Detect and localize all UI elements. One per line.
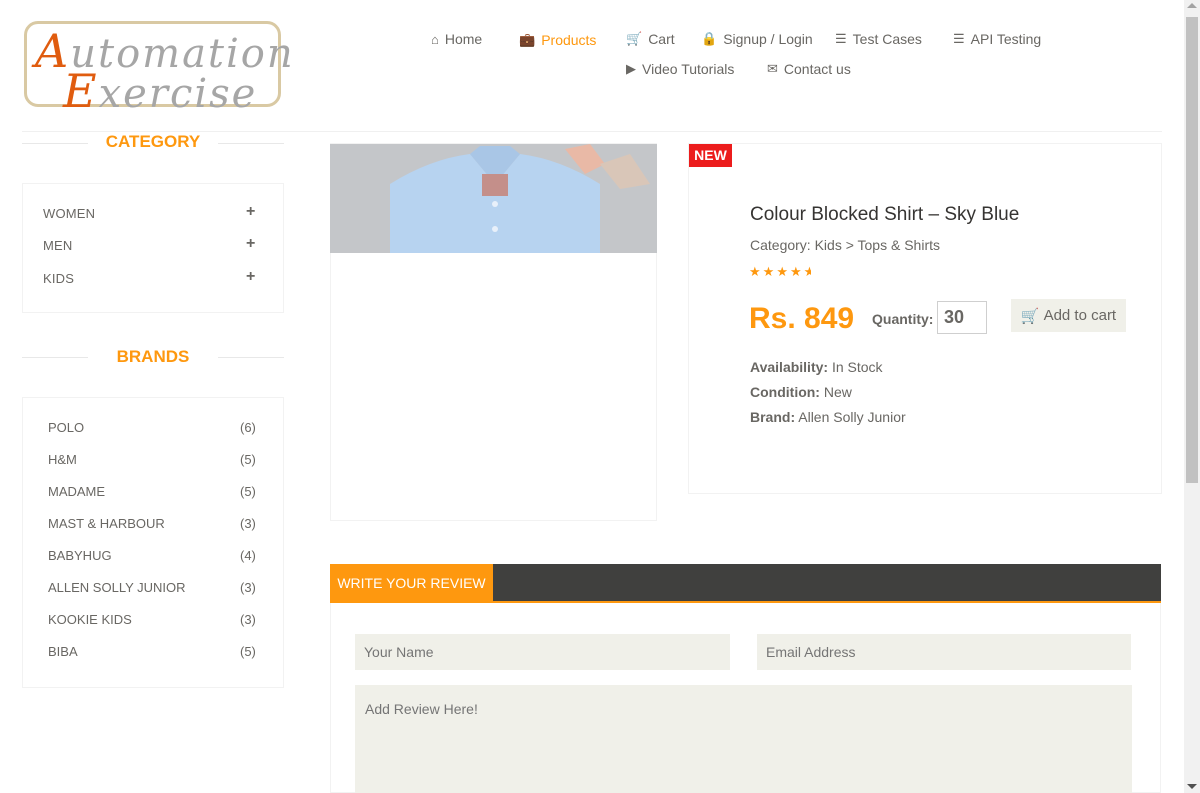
new-badge: NEW <box>689 144 732 167</box>
category-heading-line-left <box>22 143 88 144</box>
star-icon: ★ <box>762 264 777 279</box>
nav-cart[interactable]: 🛒 Cart <box>626 31 675 47</box>
category-heading: CATEGORY <box>105 132 201 151</box>
site-logo[interactable]: Automation Exercise <box>24 21 293 118</box>
brands-heading-line-right <box>218 357 284 358</box>
plus-icon[interactable]: + <box>246 203 255 221</box>
nav-home[interactable]: ⌂ Home <box>431 31 482 47</box>
brand: Brand: Allen Solly Junior <box>750 409 906 425</box>
cart-icon: 🛒 <box>626 31 643 46</box>
tab-write-your-review[interactable]: WRITE YOUR REVIEW <box>330 564 493 603</box>
scrollbar-thumb[interactable] <box>1186 17 1198 483</box>
cart-icon: 🛒 <box>1020 307 1040 325</box>
lock-icon: 🔒 <box>701 31 718 46</box>
product-category: Category: Kids > Tops & Shirts <box>750 237 940 253</box>
logo-line-exercise: Exercise <box>63 64 258 118</box>
category-heading-line-right <box>218 143 284 144</box>
star-half-icon: ★ <box>804 264 811 280</box>
brand-link-babyhug[interactable]: BABYHUG <box>48 548 112 563</box>
quantity-input[interactable] <box>937 301 987 334</box>
home-icon: ⌂ <box>431 31 439 47</box>
availability: Availability: In Stock <box>750 359 883 375</box>
nav-contact-us[interactable]: ✉ Contact us <box>767 61 851 77</box>
brand-count: (5) <box>240 484 256 499</box>
nav-api-testing[interactable]: ☰ API Testing <box>953 31 1041 47</box>
plus-icon[interactable]: + <box>246 268 255 286</box>
brand-count: (3) <box>240 580 256 595</box>
rating-stars: ★★★★★ <box>749 264 811 280</box>
product-price: Rs. 849 <box>749 302 855 335</box>
nav-video-tutorials[interactable]: ▶ Video Tutorials <box>626 61 734 77</box>
review-name-input[interactable] <box>355 634 730 670</box>
list-icon: ☰ <box>835 31 847 46</box>
brand-count: (5) <box>240 644 256 659</box>
brand-link-biba[interactable]: BIBA <box>48 644 78 659</box>
plus-icon[interactable]: + <box>246 235 255 253</box>
nav-signup-login[interactable]: 🔒 Signup / Login <box>701 31 813 47</box>
brand-link-mast-harbour[interactable]: MAST & HARBOUR <box>48 516 165 531</box>
brand-link-allen-solly-junior[interactable]: ALLEN SOLLY JUNIOR <box>48 580 186 595</box>
brand-count: (3) <box>240 516 256 531</box>
category-men[interactable]: MEN <box>43 238 73 253</box>
scroll-up-icon[interactable] <box>1187 3 1197 8</box>
brand-count: (3) <box>240 612 256 627</box>
scroll-down-icon[interactable] <box>1187 784 1197 789</box>
brand-link-madame[interactable]: MADAME <box>48 484 105 499</box>
quantity-label: Quantity: <box>872 311 934 327</box>
nav-test-cases[interactable]: ☰ Test Cases <box>835 31 922 47</box>
product-name: Colour Blocked Shirt – Sky Blue <box>750 204 1020 225</box>
brand-link-polo[interactable]: POLO <box>48 420 84 435</box>
brand-link-hm[interactable]: H&M <box>48 452 77 467</box>
brands-heading-line-left <box>22 357 88 358</box>
add-to-cart-button[interactable]: 🛒 Add to cart <box>1011 299 1126 332</box>
brand-count: (5) <box>240 452 256 467</box>
brand-link-kookie-kids[interactable]: KOOKIE KIDS <box>48 612 132 627</box>
star-icon: ★ <box>749 264 763 279</box>
brand-count: (4) <box>240 548 256 563</box>
nav-products[interactable]: 💼 Products <box>519 32 596 48</box>
briefcase-icon: 💼 <box>519 32 536 47</box>
condition: Condition: New <box>750 384 852 400</box>
review-textarea[interactable] <box>355 685 1132 793</box>
list-icon: ☰ <box>953 31 965 46</box>
envelope-icon: ✉ <box>767 61 778 76</box>
brand-count: (6) <box>240 420 256 435</box>
product-image <box>330 144 657 253</box>
category-kids[interactable]: KIDS <box>43 271 74 286</box>
brands-heading: BRANDS <box>116 347 190 366</box>
star-icon: ★ <box>776 264 790 279</box>
review-email-input[interactable] <box>757 634 1131 670</box>
category-women[interactable]: WOMEN <box>43 206 95 221</box>
youtube-icon: ▶ <box>626 61 636 76</box>
star-icon: ★ <box>789 264 804 279</box>
